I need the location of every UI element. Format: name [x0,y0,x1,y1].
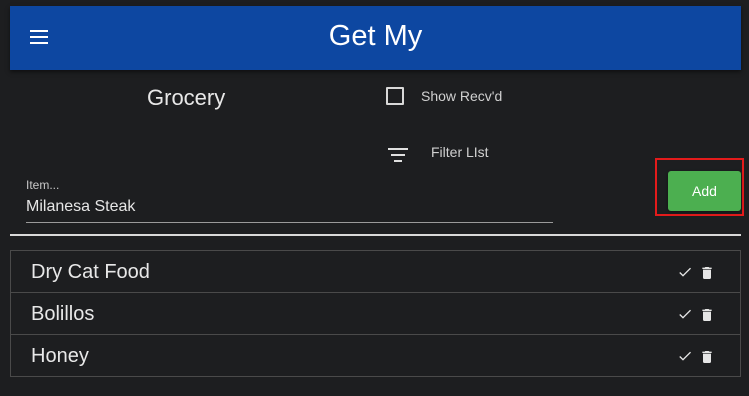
divider [10,234,741,236]
filter-list-icon[interactable] [388,148,408,164]
app-title: Get My [328,20,423,52]
trash-icon[interactable] [699,263,715,283]
item-name: Dry Cat Food [31,261,150,283]
list-item[interactable]: Honey [11,335,740,377]
app-bar: Get My [10,6,741,70]
item-name: Bolillos [31,303,95,325]
list-item[interactable]: Dry Cat Food [11,251,740,293]
item-input[interactable] [26,198,553,223]
trash-icon[interactable] [699,305,715,325]
show-received-label: Show Recv'd [421,88,503,104]
item-field: Item... [26,178,553,223]
list-item[interactable]: Bolillos [11,293,740,335]
check-icon[interactable] [675,348,695,364]
show-received-checkbox[interactable] [386,87,404,105]
list-name: Grocery [147,85,226,110]
item-list: Dry Cat Food Bolillos Honey [10,250,741,377]
check-icon[interactable] [675,264,695,280]
filter-list-label[interactable]: Filter LIst [431,144,489,160]
item-name: Honey [31,345,89,367]
trash-icon[interactable] [699,347,715,367]
check-icon[interactable] [675,306,695,322]
item-field-label: Item... [26,178,60,192]
add-button[interactable]: Add [668,171,741,211]
